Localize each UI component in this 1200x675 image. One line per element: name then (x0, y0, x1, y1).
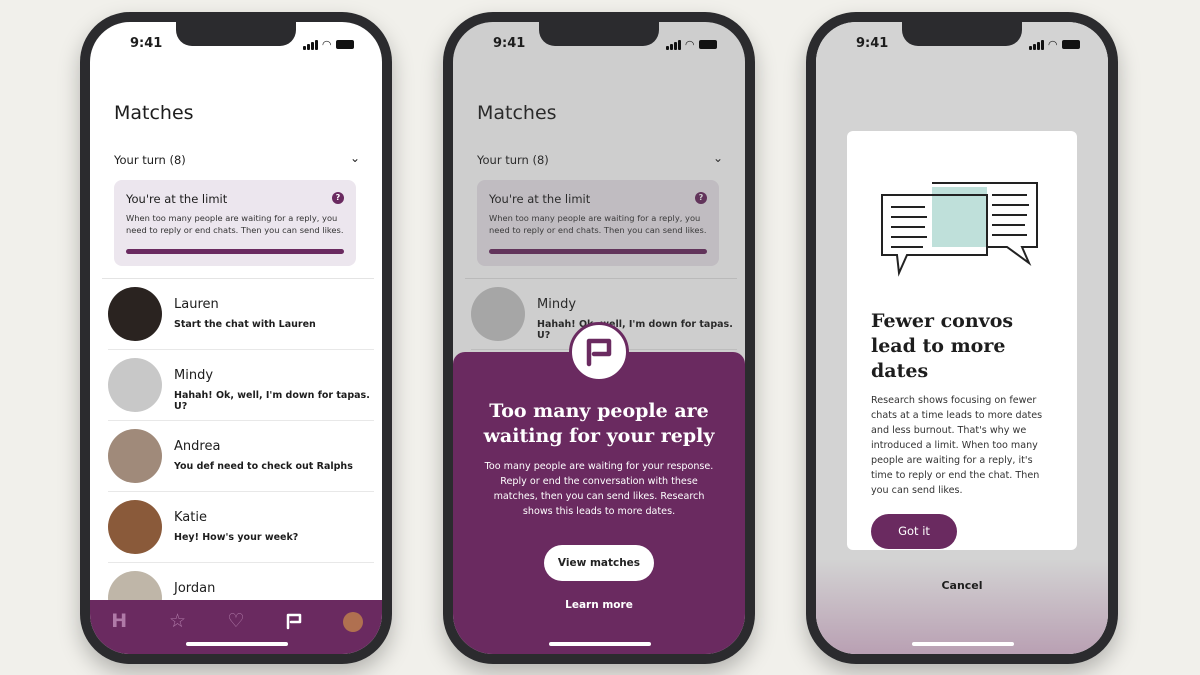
phone-matches: 9:41 ◠ Matches Your turn (8) ⌄ You're at … (80, 12, 392, 664)
your-turn-toggle[interactable]: Your turn (8) ⌄ (114, 151, 360, 167)
battery-icon (336, 40, 354, 49)
wifi-icon: ◠ (322, 38, 331, 51)
help-icon[interactable]: ? (332, 192, 344, 204)
list-item[interactable]: Mindy Hahah! Ok, well, I'm down for tapas… (108, 350, 374, 421)
screen: 9:41 ◠ Fewer convos lead to more dates R… (816, 22, 1108, 654)
notch (902, 22, 1022, 46)
info-card: Fewer convos lead to more dates Research… (847, 131, 1077, 550)
modal-title: Too many people are waiting for your rep… (483, 400, 715, 447)
match-name: Lauren (174, 297, 219, 312)
view-matches-button[interactable]: View matches (544, 545, 654, 581)
match-name: Katie (174, 510, 207, 525)
list-item[interactable]: Andrea You def need to check out Ralphs (108, 421, 374, 492)
status-time: 9:41 (856, 36, 889, 51)
list-item[interactable]: Lauren Start the chat with Lauren (108, 279, 374, 350)
limit-title: You're at the limit (126, 192, 228, 206)
hinge-logo-icon[interactable]: H (107, 610, 131, 634)
status-time: 9:41 (130, 36, 163, 51)
info-title: Fewer convos lead to more dates (871, 310, 1014, 382)
wifi-icon: ◠ (685, 38, 694, 51)
status-time: 9:41 (493, 36, 526, 51)
heart-icon[interactable]: ♡ (224, 610, 248, 634)
cancel-button[interactable]: Cancel (816, 579, 1108, 592)
chat-icon (569, 322, 629, 382)
match-message: Hahah! Ok, well, I'm down for tapas. U? (174, 390, 370, 412)
speech-bubbles-illustration (881, 182, 1038, 277)
match-message: You def need to check out Ralphs (174, 461, 353, 472)
star-icon[interactable]: ☆ (166, 610, 190, 634)
notch (176, 22, 296, 46)
limit-banner: You're at the limit? When too many people… (114, 180, 356, 266)
limit-progress-bar (126, 249, 344, 254)
match-name: Mindy (174, 368, 214, 383)
learn-more-link[interactable]: Learn more (453, 599, 745, 611)
battery-icon (1062, 40, 1080, 49)
chat-icon[interactable] (282, 610, 306, 634)
signal-icon (302, 39, 318, 50)
phone-info-card: 9:41 ◠ Fewer convos lead to more dates R… (806, 12, 1118, 664)
avatar (108, 287, 162, 341)
limit-body: When too many people are waiting for a r… (126, 213, 344, 235)
list-item[interactable]: Katie Hey! How's your week? (108, 492, 374, 563)
limit-bottom-sheet: Too many people are waiting for your rep… (453, 322, 745, 654)
match-message: Start the chat with Lauren (174, 319, 316, 330)
match-message: Hey! How's your week? (174, 532, 299, 543)
home-indicator (912, 642, 1014, 646)
avatar (108, 500, 162, 554)
profile-avatar[interactable] (341, 610, 365, 634)
modal-body: Too many people are waiting for your res… (484, 461, 714, 517)
match-name: Jordan (174, 581, 216, 596)
signal-icon (1028, 39, 1044, 50)
screen: 9:41 ◠ Matches Your turn (8) ⌄ You're at … (90, 22, 382, 654)
home-indicator (186, 642, 288, 646)
signal-icon (665, 39, 681, 50)
match-name: Andrea (174, 439, 221, 454)
battery-icon (699, 40, 717, 49)
home-indicator (549, 642, 651, 646)
phone-limit-modal: 9:41 ◠ Matches Your turn (8) ⌄ You're at … (443, 12, 755, 664)
your-turn-label: Your turn (8) (114, 153, 186, 167)
page-title: Matches (114, 102, 194, 124)
chevron-down-icon: ⌄ (349, 151, 360, 165)
wifi-icon: ◠ (1048, 38, 1057, 51)
avatar (108, 429, 162, 483)
screen: 9:41 ◠ Matches Your turn (8) ⌄ You're at … (453, 22, 745, 654)
notch (539, 22, 659, 46)
info-body: Research shows focusing on fewer chats a… (871, 395, 1043, 496)
avatar (108, 358, 162, 412)
got-it-button[interactable]: Got it (871, 514, 957, 549)
